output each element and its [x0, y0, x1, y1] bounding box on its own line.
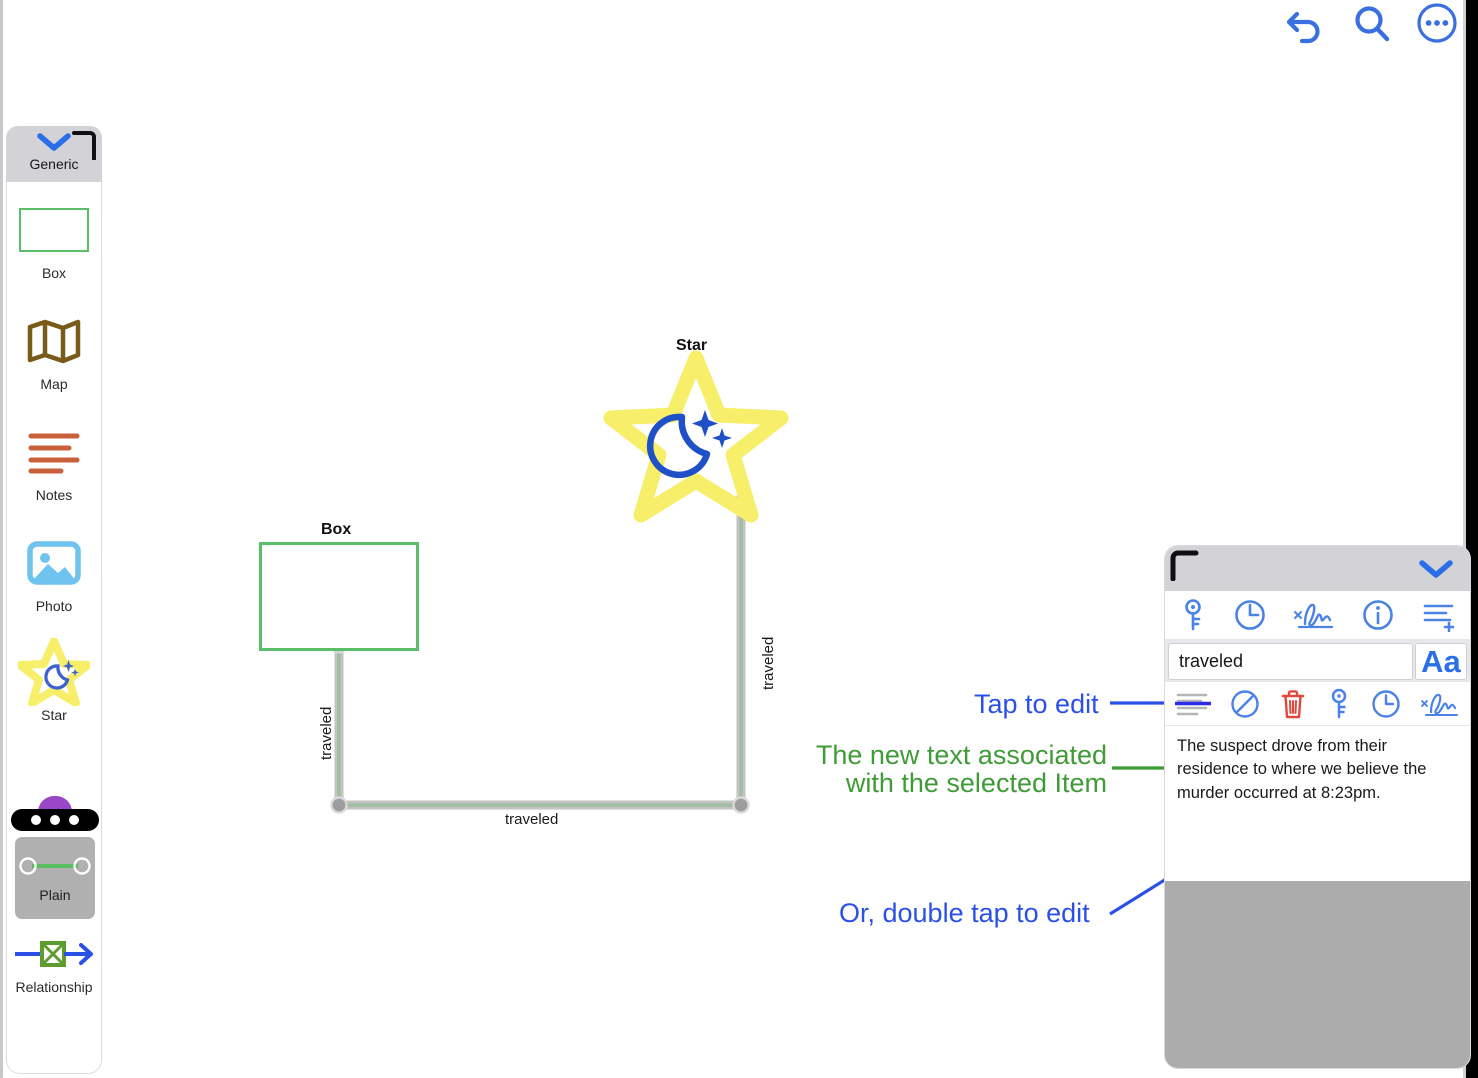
- info-icon[interactable]: [1361, 598, 1395, 632]
- relationship-arrow-icon: [11, 936, 97, 972]
- box-node-label: Box: [321, 521, 352, 538]
- chevron-down-icon[interactable]: [1416, 557, 1456, 581]
- notes-lines-icon: [25, 424, 83, 480]
- panel-title-row: traveled Aa: [1165, 641, 1470, 682]
- sidebar-item-label-plain: Plain: [39, 887, 71, 903]
- corner-bracket-icon: [72, 131, 96, 160]
- signature-icon[interactable]: [1292, 598, 1336, 632]
- description-textarea[interactable]: The suspect drove from their residence t…: [1165, 726, 1470, 881]
- panel-toolbar-primary: [1165, 591, 1470, 641]
- sidebar-item-star[interactable]: Star: [7, 638, 101, 727]
- handle-dot: [69, 815, 79, 825]
- sidebar-item-notes[interactable]: Notes: [7, 418, 101, 507]
- sidebar-item-label-box: Box: [41, 265, 67, 281]
- signature-icon[interactable]: [1420, 689, 1460, 719]
- sidebar-item-box[interactable]: Box: [7, 196, 101, 285]
- add-list-icon[interactable]: [1420, 598, 1458, 632]
- connector-handle: [732, 494, 750, 512]
- sidebar-item-label-star: Star: [41, 707, 67, 723]
- annotation-new-text-line1: The new text associated: [815, 740, 1107, 770]
- annotation-double-tap: Or, double tap to edit: [839, 898, 1090, 928]
- annotation-tap-to-edit: Tap to edit: [974, 689, 1099, 719]
- font-style-button[interactable]: Aa: [1415, 643, 1467, 680]
- left-edge-border: [0, 0, 3, 1078]
- sidebar-body: Box Map Notes Photo Star Plain Relations…: [6, 182, 102, 1074]
- connector-handle: [330, 796, 348, 814]
- undo-icon[interactable]: [1284, 2, 1326, 44]
- photo-icon: [25, 535, 83, 591]
- connector-label-bottom: traveled: [505, 811, 559, 828]
- no-entry-icon[interactable]: [1230, 689, 1260, 719]
- clock-icon[interactable]: [1233, 598, 1267, 632]
- sidebar-item-label-notes: Notes: [35, 487, 73, 503]
- title-input[interactable]: traveled: [1168, 643, 1413, 680]
- stencil-sidebar: Generic Box Map Notes Photo Star Plain R…: [6, 126, 102, 1074]
- annotation-new-text-line2: with the selected Item: [845, 768, 1107, 798]
- sidebar-item-label-photo: Photo: [35, 598, 73, 614]
- sidebar-item-plain[interactable]: Plain: [15, 837, 95, 919]
- handle-dot: [50, 815, 60, 825]
- sidebar-item-relationship[interactable]: Relationship: [7, 930, 101, 999]
- trash-icon[interactable]: [1279, 688, 1307, 720]
- connector-label-right: traveled: [760, 636, 777, 690]
- sidebar-item-label-relationship: Relationship: [15, 979, 93, 995]
- star-node-label: Star: [676, 337, 708, 354]
- search-icon[interactable]: [1350, 2, 1392, 44]
- box-node-shape[interactable]: [259, 542, 419, 651]
- key-icon[interactable]: [1178, 598, 1208, 632]
- plain-line-icon: [19, 857, 91, 875]
- chevron-down-icon[interactable]: [34, 130, 74, 154]
- sidebar-item-photo[interactable]: Photo: [7, 529, 101, 618]
- sidebar-section-handle[interactable]: [11, 809, 99, 831]
- box-shape-icon: [19, 202, 89, 258]
- app-root: Generic Box Map Notes Photo Star Plain R…: [0, 0, 1478, 1078]
- panel-toolbar-secondary: [1165, 682, 1470, 726]
- star-node-shape: [603, 350, 789, 523]
- top-toolbar: [1284, 2, 1458, 44]
- connector-handle: [732, 796, 750, 814]
- sidebar-item-label-map: Map: [40, 376, 68, 392]
- panel-bottom-area: [1165, 881, 1470, 1068]
- clock-icon[interactable]: [1371, 689, 1401, 719]
- sidebar-item-map[interactable]: Map: [7, 307, 101, 396]
- corner-bracket-icon: [1170, 550, 1199, 581]
- panel-header[interactable]: [1165, 546, 1470, 591]
- handle-dot: [31, 815, 41, 825]
- connector-label-left: traveled: [318, 706, 335, 760]
- inspector-panel: traveled Aa The suspect drove from their…: [1164, 545, 1471, 1069]
- more-options-icon[interactable]: [1416, 2, 1458, 44]
- map-icon: [26, 313, 82, 369]
- star-moon-icon: [18, 638, 90, 706]
- sidebar-header[interactable]: Generic: [6, 126, 102, 182]
- key-icon[interactable]: [1326, 688, 1352, 720]
- text-lines-icon[interactable]: [1174, 689, 1211, 719]
